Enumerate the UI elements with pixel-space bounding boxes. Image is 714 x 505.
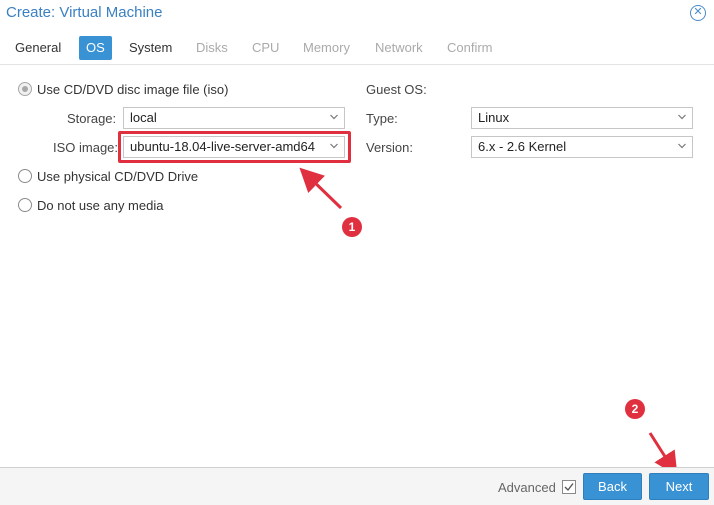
checkmark-icon xyxy=(564,483,574,492)
annotation-badge-2: 2 xyxy=(625,399,645,419)
advanced-checkbox[interactable] xyxy=(562,480,576,494)
arrow-2-icon xyxy=(648,432,678,477)
next-button[interactable]: Next xyxy=(649,473,709,500)
advanced-label: Advanced xyxy=(498,480,556,495)
create-vm-dialog: Create: Virtual Machine ✕ General OS Sys… xyxy=(0,0,714,505)
annotation-arrows xyxy=(299,167,678,477)
back-button[interactable]: Back xyxy=(583,473,642,500)
dialog-footer: Advanced Back Next xyxy=(0,467,714,505)
arrow-1-icon xyxy=(299,167,343,210)
annotation-badge-1: 1 xyxy=(342,217,362,237)
